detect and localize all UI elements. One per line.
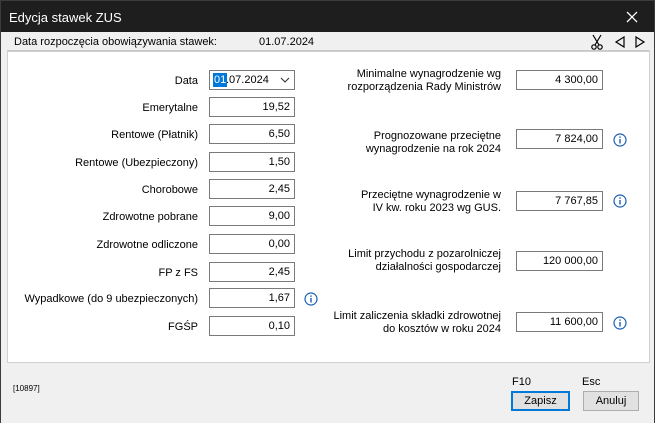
window-title: Edycja stawek ZUS [9,10,122,25]
fp-fs-input[interactable]: 2,45 [209,262,295,282]
min-wynagrodzenie-label: Minimalne wynagrodzenie wg rozporządzeni… [347,68,501,93]
scissors-icon[interactable] [589,34,605,50]
fp-fs-label: FP z FS [158,267,198,279]
emerytalne-label: Emerytalne [142,102,198,114]
zdrowotne-odliczone-label: Zdrowotne odliczone [96,239,198,251]
save-button[interactable]: Zapisz [511,391,570,411]
date-picker[interactable]: 01 .07.2024 [209,70,295,90]
prognozowane-input[interactable]: 7 824,00 [516,129,603,149]
chevron-down-icon[interactable] [280,73,290,93]
limit-zdrowotnej-input[interactable]: 11 600,00 [516,312,603,332]
rentowe-ubezpieczony-input[interactable]: 1,50 [209,152,295,172]
zdrowotne-odliczone-input[interactable]: 0,00 [209,234,295,254]
dialog-window: Edycja stawek ZUS Data rozpoczęcia obowi… [0,0,655,423]
footer: [10897] F10 Esc Zapisz Anuluj [1,363,654,423]
info-icon[interactable] [613,316,627,330]
limit-zdrowotnej-label: Limit zaliczenia składki zdrowotnej do k… [333,310,501,335]
rentowe-ubezpieczony-label: Rentowe (Ubezpieczony) [75,157,198,169]
rates-panel: Data 01 .07.2024 Emerytalne 19,52 Rentow… [7,51,650,363]
info-icon[interactable] [304,292,318,306]
date-rest: .07.2024 [226,74,269,86]
fgsp-label: FGŚP [168,321,198,333]
chorobowe-input[interactable]: 2,45 [209,179,295,199]
wypadkowe-input[interactable]: 1,67 [209,288,295,308]
emerytalne-input[interactable]: 19,52 [209,97,295,117]
next-arrow-icon[interactable] [632,34,648,50]
info-strip: Data rozpoczęcia obowiązywania stawek: 0… [7,33,650,51]
limit-przychodu-input[interactable]: 120 000,00 [516,251,603,271]
przecietne-input[interactable]: 7 767,85 [516,191,603,211]
wypadkowe-label: Wypadkowe (do 9 ubezpieczonych) [24,293,198,305]
form-code: [10897] [13,384,40,393]
cancel-shortcut: Esc [582,376,601,388]
info-icon[interactable] [613,194,627,208]
title-bar: Edycja stawek ZUS [1,1,654,32]
start-date-value: 01.07.2024 [259,36,315,48]
przecietne-label: Przeciętne wynagrodzenie w IV kw. roku 2… [360,189,501,214]
previous-arrow-icon[interactable] [612,34,628,50]
min-wynagrodzenie-input[interactable]: 4 300,00 [516,70,603,90]
prognozowane-label: Prognozowane przeciętne wynagrodzenie na… [365,130,501,155]
cancel-button[interactable]: Anuluj [583,391,639,411]
date-label: Data [174,75,198,87]
zdrowotne-pobrane-label: Zdrowotne pobrane [102,211,198,223]
rentowe-platnik-label: Rentowe (Płatnik) [111,129,198,141]
save-shortcut: F10 [512,376,531,388]
zdrowotne-pobrane-input[interactable]: 9,00 [209,206,295,226]
close-icon[interactable] [610,1,654,32]
info-icon[interactable] [613,133,627,147]
limit-przychodu-label: Limit przychodu z pozarolniczej działaln… [348,248,501,273]
chorobowe-label: Chorobowe [141,184,198,196]
fgsp-input[interactable]: 0,10 [209,316,295,336]
start-date-label: Data rozpoczęcia obowiązywania stawek: [14,36,217,48]
rentowe-platnik-input[interactable]: 6,50 [209,124,295,144]
